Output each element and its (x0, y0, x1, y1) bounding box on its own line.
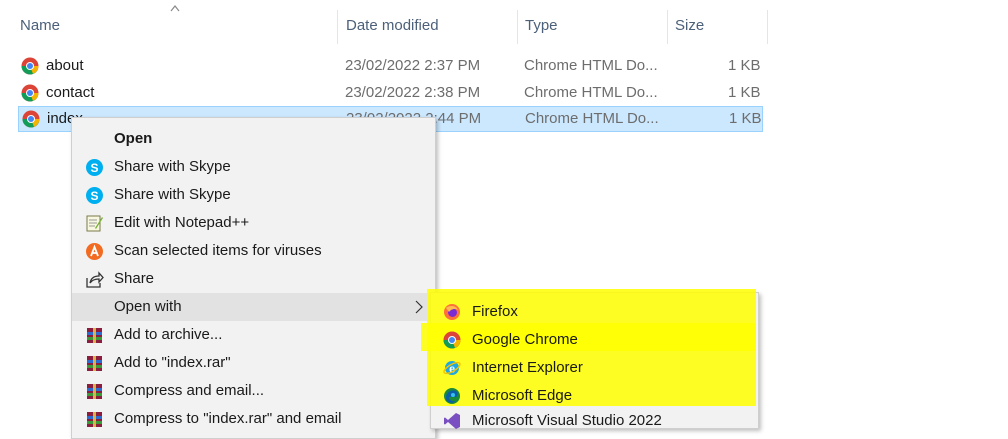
winrar-icon (87, 412, 102, 427)
menu-item-add-to-index-rar[interactable]: Add to "index.rar" (72, 349, 435, 377)
submenu-item-internet-explorer[interactable]: e Internet Explorer (431, 354, 758, 382)
menu-item-label: Add to "index.rar" (114, 354, 231, 371)
menu-item-label: Share (114, 270, 155, 287)
menu-item-compress-and-email[interactable]: Compress and email... (72, 377, 435, 405)
menu-item-scan-for-viruses[interactable]: Scan selected items for viruses (72, 237, 435, 265)
context-menu: Open S Share with Skype S Share with Sky… (71, 117, 436, 439)
menu-item-label: Share with Skype (114, 158, 231, 175)
file-type: Chrome HTML Do... (524, 84, 658, 101)
menu-item-share-with-skype[interactable]: S Share with Skype (72, 181, 435, 209)
submenu-item-label: Google Chrome (472, 331, 578, 348)
column-type[interactable]: Type (525, 17, 558, 34)
menu-item-label: Open (114, 130, 153, 147)
chrome-icon (443, 331, 461, 349)
chrome-file-icon (22, 110, 40, 128)
file-size: 1 KB (729, 110, 762, 127)
chevron-right-icon (415, 300, 423, 314)
column-date-modified[interactable]: Date modified (346, 17, 439, 34)
menu-item-open[interactable]: Open (72, 125, 435, 153)
file-row-contact[interactable]: contact 23/02/2022 2:38 PM Chrome HTML D… (18, 80, 763, 106)
submenu-item-label: Internet Explorer (472, 359, 583, 376)
menu-item-add-to-archive[interactable]: Add to archive... (72, 321, 435, 349)
column-size[interactable]: Size (675, 17, 704, 34)
menu-item-label: Compress to "index.rar" and email (114, 410, 342, 427)
submenu-item-label: Firefox (472, 303, 518, 320)
skype-icon: S (86, 187, 103, 204)
column-header: Name Date modified Type Size (0, 0, 1008, 56)
winrar-icon (87, 356, 102, 371)
edge-icon (444, 388, 460, 404)
submenu-item-microsoft-edge[interactable]: Microsoft Edge (431, 382, 758, 410)
file-type: Chrome HTML Do... (525, 110, 659, 127)
submenu-item-label: Microsoft Edge (472, 387, 573, 404)
chrome-file-icon (21, 84, 39, 102)
menu-item-label: Scan selected items for viruses (114, 242, 322, 259)
avast-icon (86, 243, 103, 260)
menu-item-edit-with-notepad-plus-plus[interactable]: Edit with Notepad++ (72, 209, 435, 237)
column-divider[interactable] (767, 10, 768, 44)
file-row-about[interactable]: about 23/02/2022 2:37 PM Chrome HTML Do.… (18, 53, 763, 79)
file-size: 1 KB (728, 84, 761, 101)
share-icon (86, 271, 104, 288)
notepad-plus-plus-icon (86, 215, 103, 232)
file-name: contact (46, 84, 95, 101)
submenu-item-visual-studio-2022[interactable]: Microsoft Visual Studio 2022 (431, 407, 758, 435)
winrar-icon (87, 328, 102, 343)
menu-item-label: Share with Skype (114, 186, 231, 203)
chrome-file-icon (21, 57, 39, 75)
menu-item-label: Add to archive... (114, 326, 223, 343)
column-name[interactable]: Name (20, 17, 60, 34)
file-date: 23/02/2022 2:37 PM (345, 57, 481, 74)
column-divider[interactable] (517, 10, 518, 44)
column-divider[interactable] (337, 10, 338, 44)
menu-item-open-with[interactable]: Open with (72, 293, 435, 321)
menu-item-share-with-skype[interactable]: S Share with Skype (72, 153, 435, 181)
internet-explorer-icon: e (443, 361, 461, 376)
svg-text:S: S (90, 161, 98, 175)
open-with-submenu: Firefox Google Chrome e Internet Explore… (421, 289, 759, 429)
file-date: 23/02/2022 2:38 PM (345, 84, 481, 101)
file-size: 1 KB (728, 57, 761, 74)
file-type: Chrome HTML Do... (524, 57, 658, 74)
menu-item-label: Edit with Notepad++ (114, 214, 250, 231)
file-name: about (46, 57, 84, 74)
menu-item-label: Compress and email... (114, 382, 265, 399)
sort-ascending-icon[interactable] (170, 4, 180, 12)
winrar-icon (87, 384, 102, 399)
submenu-item-firefox[interactable]: Firefox (431, 298, 758, 326)
visual-studio-icon (444, 413, 460, 429)
svg-text:S: S (90, 189, 98, 203)
column-divider[interactable] (667, 10, 668, 44)
submenu-item-google-chrome[interactable]: Google Chrome (431, 326, 758, 354)
skype-icon: S (86, 159, 103, 176)
menu-item-label: Open with (114, 298, 182, 315)
menu-item-compress-to-index-rar-and-email[interactable]: Compress to "index.rar" and email (72, 405, 435, 433)
menu-item-share[interactable]: Share (72, 265, 435, 293)
firefox-icon (444, 304, 460, 320)
